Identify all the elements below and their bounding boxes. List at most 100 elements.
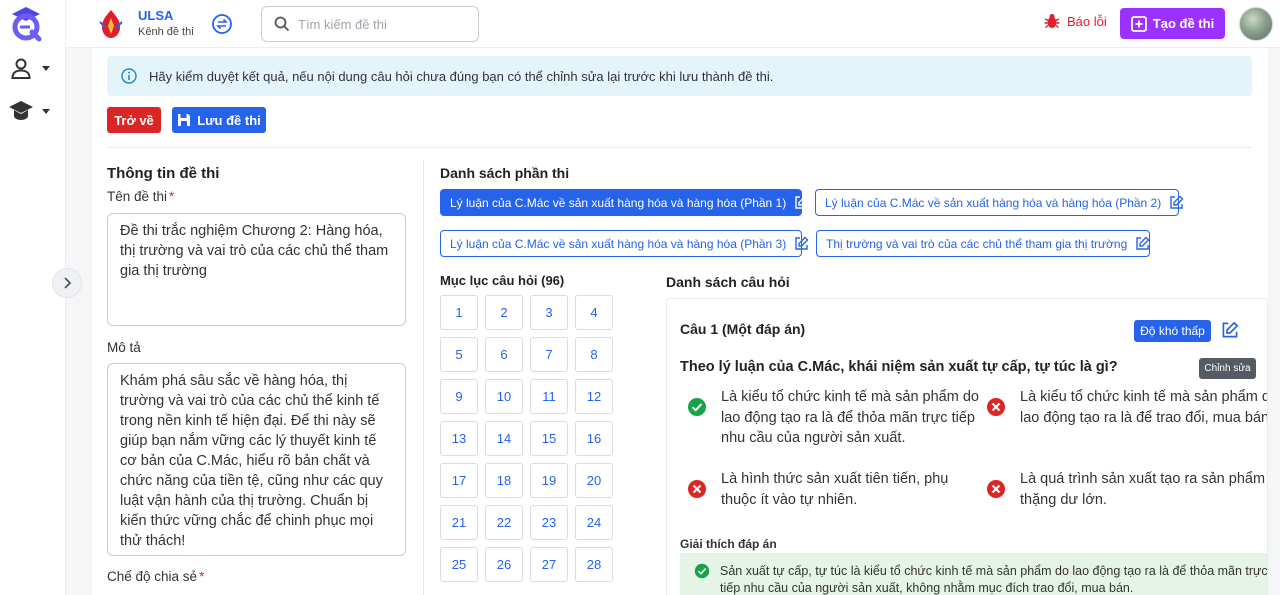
question-index-28[interactable]: 28 (575, 547, 613, 582)
question-index-22[interactable]: 22 (485, 505, 523, 540)
expand-sidebar-button[interactable] (52, 268, 82, 298)
x-circle-icon (987, 398, 1005, 416)
part-chip-3[interactable]: Lý luận của C.Mác về sản xuất hàng hóa v… (440, 230, 809, 257)
avatar[interactable] (1239, 7, 1273, 41)
explanation-title: Giải thích đáp án (680, 537, 777, 551)
chevron-right-icon (64, 277, 72, 289)
question-index-25[interactable]: 25 (440, 547, 478, 582)
question-index-12[interactable]: 12 (575, 379, 613, 414)
switch-channel-icon[interactable] (211, 13, 233, 35)
graduation-cap-icon (6, 98, 36, 124)
question-index-15[interactable]: 15 (530, 421, 568, 456)
answer-option[interactable]: Là hình thức sản xuất tiên tiến, phụ thu… (687, 469, 981, 510)
question-index-1[interactable]: 1 (440, 295, 478, 330)
edit-icon[interactable] (1169, 195, 1184, 210)
exam-info-title: Thông tin đề thi (107, 165, 220, 182)
question-index-3[interactable]: 3 (530, 295, 568, 330)
side-rail (0, 0, 66, 595)
rail-user-menu[interactable] (6, 53, 62, 83)
share-mode-label-text: Chế độ chia sẻ (107, 569, 198, 584)
part-chip-label: Lý luận của C.Mác về sản xuất hàng hóa v… (450, 236, 787, 251)
question-index-2[interactable]: 2 (485, 295, 523, 330)
question-index-21[interactable]: 21 (440, 505, 478, 540)
answer-text: Là hình thức sản xuất tiên tiến, phụ thu… (721, 471, 949, 508)
top-bar: ULSA Kênh đề thi Báo lỗi Tạo đề thi (66, 0, 1280, 48)
question-header: Câu 1 (Một đáp án) (680, 321, 806, 337)
question-index-18[interactable]: 18 (485, 463, 523, 498)
answer-option[interactable]: Là kiểu tổ chức kinh tế mà sản phẩm do l… (986, 387, 1268, 428)
check-circle-icon (688, 398, 706, 416)
question-index-27[interactable]: 27 (530, 547, 568, 582)
divider (107, 147, 1252, 148)
edit-tooltip: Chỉnh sửa (1199, 358, 1256, 379)
question-index-9[interactable]: 9 (440, 379, 478, 414)
info-alert: Hãy kiểm duyệt kết quả, nếu nội dung câu… (107, 56, 1252, 96)
add-box-icon (1130, 15, 1147, 32)
create-exam-button[interactable]: Tạo đề thi (1120, 8, 1225, 39)
chevron-down-icon (42, 65, 50, 71)
required-mark: * (169, 189, 175, 204)
question-index-24[interactable]: 24 (575, 505, 613, 540)
question-index-16[interactable]: 16 (575, 421, 613, 456)
question-index-14[interactable]: 14 (485, 421, 523, 456)
exam-name-label-text: Tên đề thi (107, 189, 168, 204)
question-card: Câu 1 (Một đáp án) Độ khó thấp Chỉnh sửa… (666, 298, 1268, 595)
part-chip-2[interactable]: Lý luận của C.Mác về sản xuất hàng hóa v… (815, 189, 1184, 216)
search-box[interactable] (261, 6, 479, 42)
chevron-down-icon (42, 108, 50, 114)
question-index-17[interactable]: 17 (440, 463, 478, 498)
search-icon (274, 16, 290, 32)
user-icon (6, 55, 36, 81)
exam-name-label: Tên đề thi * (107, 189, 174, 204)
question-index-19[interactable]: 19 (530, 463, 568, 498)
org-subtitle: Kênh đề thi (138, 26, 194, 38)
answer-option[interactable]: Là quá trình sản xuất tạo ra sản phẩm th… (986, 469, 1267, 510)
save-exam-button[interactable]: Lưu đề thi (172, 107, 266, 133)
bug-icon (1044, 14, 1060, 29)
divider (423, 160, 424, 595)
edit-icon[interactable] (794, 236, 809, 251)
main-panel: Hãy kiểm duyệt kết quả, nếu nội dung câu… (92, 48, 1268, 595)
part-chip-1[interactable]: Lý luận của C.Mác về sản xuất hàng hóa v… (440, 189, 809, 216)
answer-option[interactable]: Là kiểu tổ chức kinh tế mà sản phẩm do l… (687, 387, 981, 449)
part-chip-label: Lý luận của C.Mác về sản xuất hàng hóa v… (450, 195, 787, 210)
edit-icon[interactable] (794, 195, 809, 210)
question-index-23[interactable]: 23 (530, 505, 568, 540)
x-circle-icon (688, 480, 706, 498)
save-exam-label: Lưu đề thi (197, 112, 261, 128)
question-index-20[interactable]: 20 (575, 463, 613, 498)
exam-name-field[interactable]: Đề thi trắc nghiệm Chương 2: Hàng hóa, t… (107, 213, 406, 326)
question-index-26[interactable]: 26 (485, 547, 523, 582)
report-bug-button[interactable]: Báo lỗi (1043, 12, 1107, 30)
question-index-10[interactable]: 10 (485, 379, 523, 414)
report-bug-label: Báo lỗi (1067, 13, 1107, 29)
question-text: Theo lý luận của C.Mác, khái niệm sản xu… (680, 359, 1118, 375)
answer-text: Là kiểu tổ chức kinh tế mà sản phẩm do l… (721, 389, 979, 446)
question-index-5[interactable]: 5 (440, 337, 478, 372)
edit-icon[interactable] (1135, 236, 1150, 251)
question-index-11[interactable]: 11 (530, 379, 568, 414)
back-button[interactable]: Trở về (107, 107, 161, 133)
part-chip-label: Lý luận của C.Mác về sản xuất hàng hóa v… (825, 195, 1162, 210)
question-index-8[interactable]: 8 (575, 337, 613, 372)
explanation-box: Sản xuất tự cấp, tự túc là kiểu tổ chức … (680, 553, 1268, 595)
difficulty-badge: Độ khó thấp (1134, 320, 1211, 342)
share-mode-label: Chế độ chia sẻ * (107, 569, 204, 584)
info-alert-text: Hãy kiểm duyệt kết quả, nếu nội dung câu… (149, 68, 774, 84)
question-index-4[interactable]: 4 (575, 295, 613, 330)
search-input[interactable] (298, 16, 458, 32)
save-icon (178, 114, 191, 126)
question-index-13[interactable]: 13 (440, 421, 478, 456)
required-mark: * (199, 569, 205, 584)
edit-icon (1222, 321, 1239, 338)
edit-question-button[interactable] (1215, 315, 1245, 345)
part-chip-4[interactable]: Thị trường và vai trò của các chủ thể th… (816, 230, 1150, 257)
parts-title: Danh sách phần thi (440, 165, 570, 181)
question-index-7[interactable]: 7 (530, 337, 568, 372)
description-field[interactable]: Khám phá sâu sắc về hàng hóa, thị trường… (107, 363, 406, 556)
question-index-6[interactable]: 6 (485, 337, 523, 372)
app-logo-icon[interactable] (8, 4, 44, 42)
answer-text: Là kiểu tổ chức kinh tế mà sản phẩm do l… (1020, 389, 1268, 426)
explanation-text: Sản xuất tự cấp, tự túc là kiểu tổ chức … (720, 564, 1268, 595)
rail-education-menu[interactable] (6, 96, 62, 126)
